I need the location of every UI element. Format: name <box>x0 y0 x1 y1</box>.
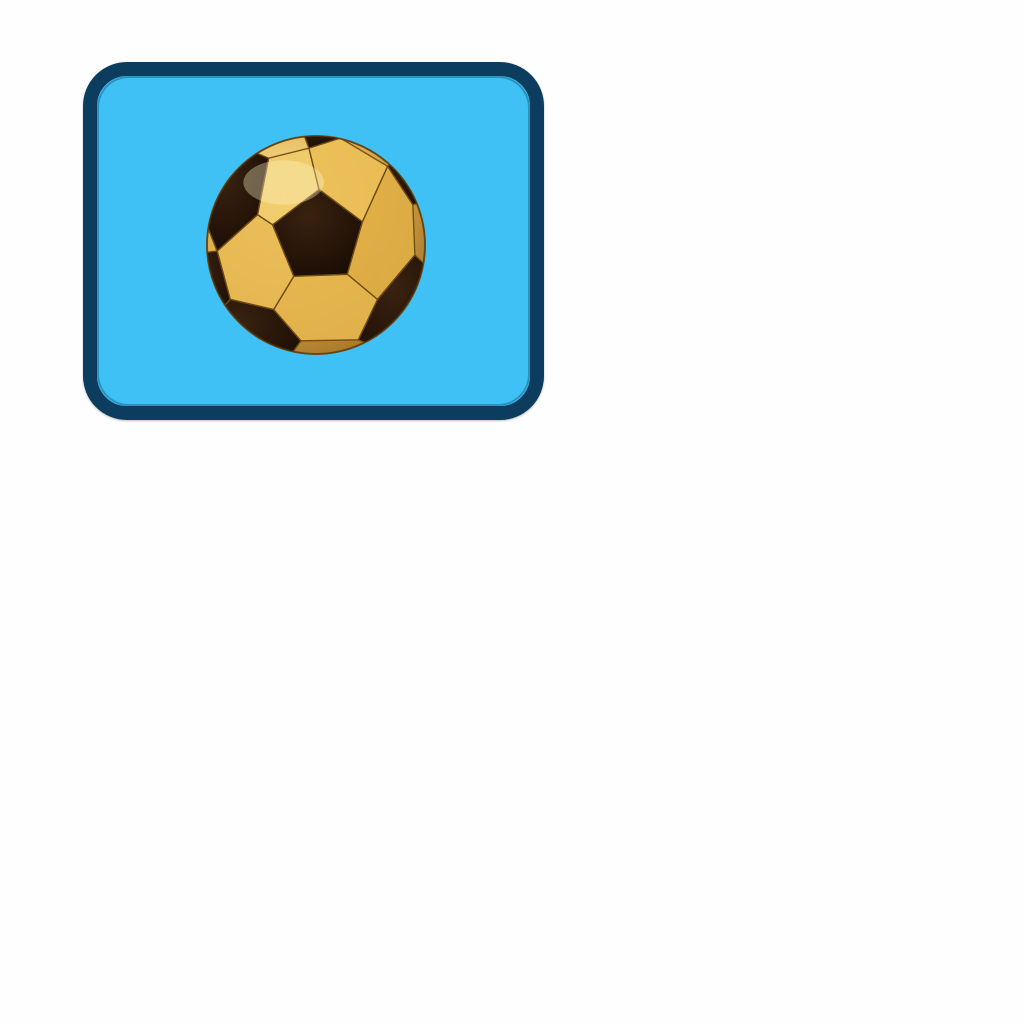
ball-highlight <box>243 160 325 205</box>
soccer-ball-icon <box>206 135 426 355</box>
ball-card[interactable] <box>83 62 544 420</box>
